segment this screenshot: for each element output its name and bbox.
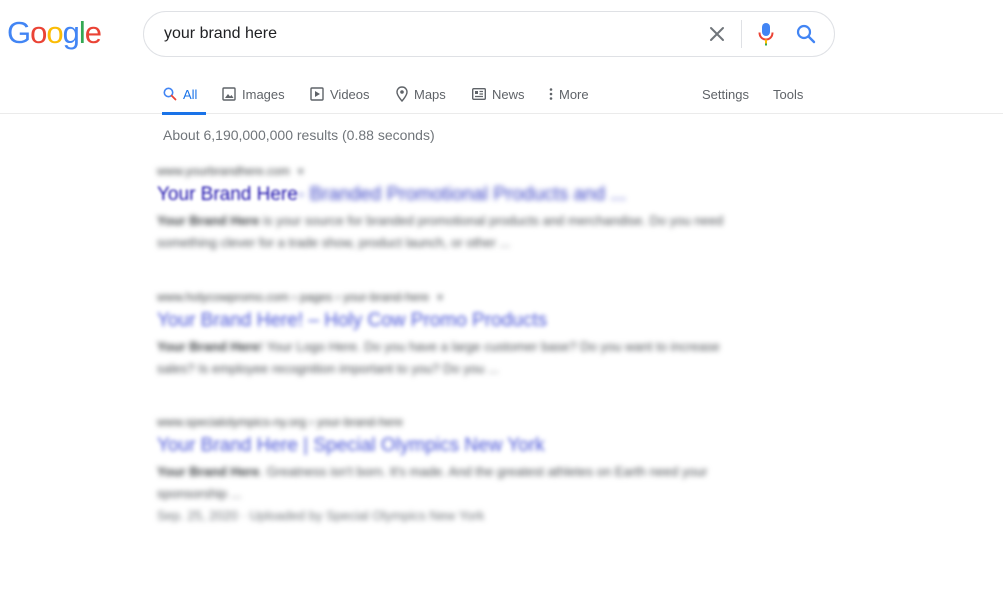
result-date: Sep. 25, 2020 · Uploaded by Special Olym… [157, 508, 485, 523]
result-title[interactable]: Your Brand Here - Branded Promotional Pr… [157, 182, 757, 208]
result-url-text: www.specialolympics-ny.org › your-brand-… [157, 415, 403, 429]
search-submit-button[interactable] [786, 12, 826, 56]
news-icon [472, 88, 486, 100]
tab-label: News [492, 86, 525, 102]
result-url-text: www.holycowpromo.com › pages › your-bran… [157, 290, 430, 304]
search-icon [796, 24, 816, 44]
search-icon [163, 87, 177, 101]
logo-letter: o [30, 15, 47, 50]
result-title[interactable]: Your Brand Here | Special Olympics New Y… [157, 433, 757, 459]
logo-letter: G [7, 15, 31, 50]
more-vert-icon [549, 87, 553, 101]
tab-label: All [183, 86, 198, 102]
logo-letter: g [62, 15, 80, 50]
chevron-down-icon[interactable]: ▼ [435, 293, 445, 304]
result-snippet: Your Brand Here! Your Logo Here. Do you … [157, 336, 757, 380]
snippet-highlight: Your Brand Here [157, 213, 260, 228]
tab-news[interactable]: News [472, 74, 525, 114]
chevron-down-icon[interactable]: ▼ [296, 167, 306, 178]
google-logo[interactable]: Google [7, 15, 102, 51]
microphone-icon [758, 23, 774, 46]
tab-label: Videos [330, 86, 370, 102]
result-url[interactable]: www.specialolympics-ny.org › your-brand-… [157, 413, 757, 433]
result-title[interactable]: Your Brand Here! – Holy Cow Promo Produc… [157, 308, 757, 334]
search-box[interactable] [143, 11, 835, 57]
tab-label: Images [242, 86, 285, 102]
search-result: www.specialolympics-ny.org › your-brand-… [157, 413, 757, 527]
tab-label: More [559, 86, 589, 102]
video-icon [310, 87, 324, 101]
google-search-results-page: Google your brand here All Images Videos… [0, 0, 1003, 600]
search-box-divider [741, 20, 742, 48]
clear-search-button[interactable] [697, 12, 737, 56]
tools-link[interactable]: Tools [773, 74, 803, 114]
tab-videos[interactable]: Videos [310, 74, 370, 114]
result-snippet: Your Brand Here. Greatness isn't born. I… [157, 461, 757, 505]
result-title-rest: - Branded Promotional Products and ... [297, 184, 627, 205]
tab-all[interactable]: All [161, 74, 208, 115]
snippet-highlight: Your Brand Here [157, 464, 260, 479]
result-stats: About 6,190,000,000 results (0.88 second… [163, 127, 435, 143]
result-url[interactable]: www.yourbrandhere.com ▼ [157, 162, 757, 182]
logo-letter: e [84, 15, 102, 50]
tab-label: Maps [414, 86, 446, 102]
search-result: www.yourbrandhere.com ▼ Your Brand Here -… [157, 162, 757, 254]
tab-maps[interactable]: Maps [396, 74, 446, 114]
close-icon [710, 27, 724, 41]
logo-letter: o [46, 15, 63, 50]
map-pin-icon [396, 86, 408, 102]
voice-search-button[interactable] [746, 12, 786, 56]
tab-images[interactable]: Images [222, 74, 285, 114]
result-url-text: www.yourbrandhere.com [157, 164, 290, 178]
result-title-main: Your Brand Here [157, 184, 298, 205]
result-snippet: Your Brand Here is your source for brand… [157, 210, 757, 254]
image-icon [222, 87, 236, 101]
tab-more[interactable]: More [549, 74, 589, 114]
search-result: www.holycowpromo.com › pages › your-bran… [157, 288, 757, 380]
result-url[interactable]: www.holycowpromo.com › pages › your-bran… [157, 288, 757, 308]
search-tabs: All Images Videos Maps News More Setting… [0, 74, 1003, 115]
search-input[interactable] [164, 25, 697, 43]
snippet-highlight: Your Brand Here [157, 339, 260, 354]
settings-link[interactable]: Settings [702, 74, 749, 114]
